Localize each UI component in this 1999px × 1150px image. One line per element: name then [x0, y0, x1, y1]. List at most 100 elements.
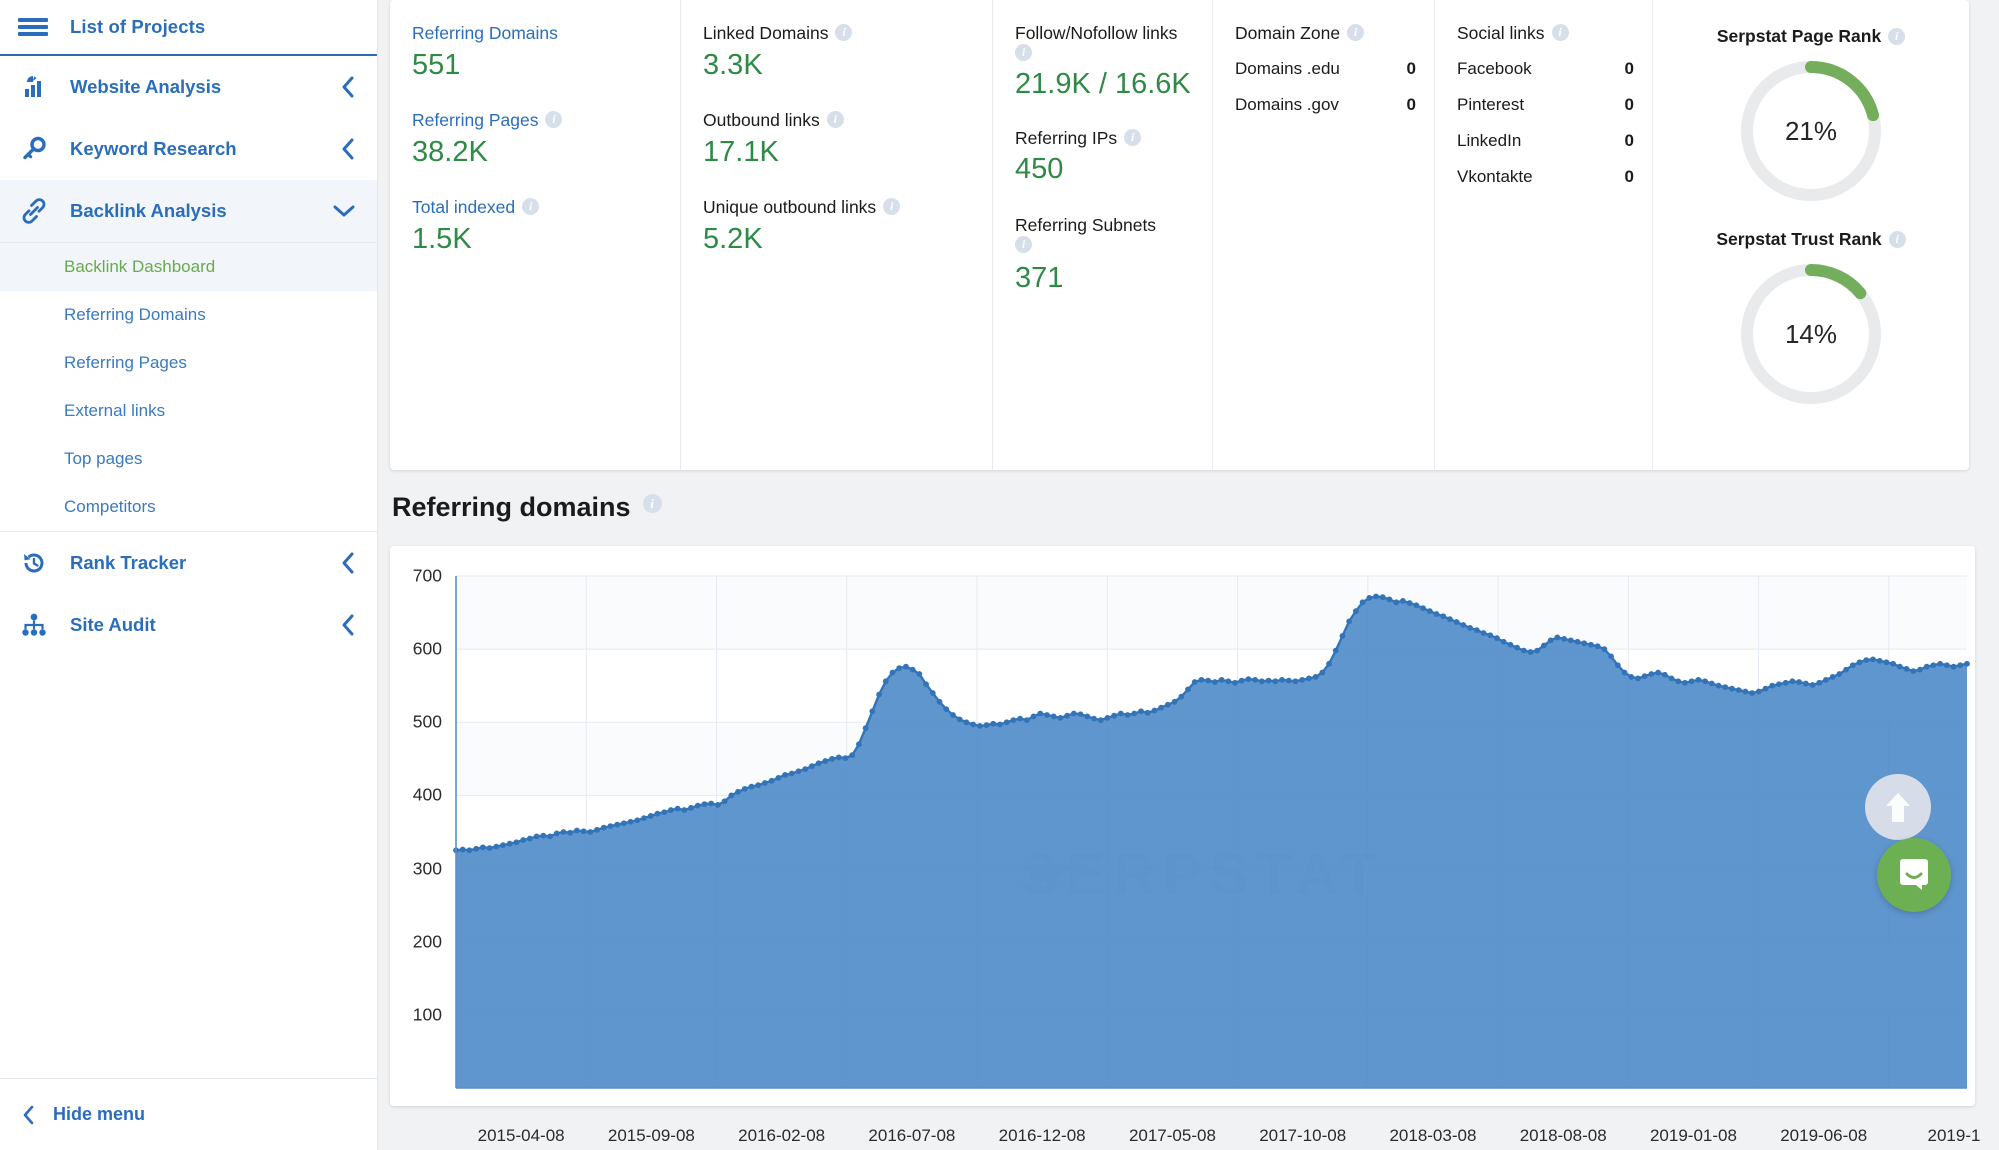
info-icon[interactable]: i: [1888, 231, 1906, 249]
chevron-left-icon[interactable]: [340, 76, 355, 98]
kpi-value: 38.2K: [412, 135, 488, 168]
page-rank-gauge: 21%: [1735, 55, 1887, 207]
sidebar-subitem-label: Top pages: [64, 449, 143, 468]
info-icon[interactable]: i: [1015, 235, 1032, 253]
info-icon[interactable]: i: [883, 197, 901, 215]
kpi-value: 551: [412, 48, 461, 81]
scroll-to-top-button[interactable]: [1865, 774, 1931, 840]
sidebar-subitem-label: Referring Domains: [64, 305, 206, 324]
sidebar-item-external-links[interactable]: External links: [0, 387, 377, 435]
trust-rank-gauge: 14%: [1735, 258, 1887, 410]
kpi-value: 17.1K: [703, 135, 779, 168]
area-chart[interactable]: SERPSTAT: [390, 546, 1975, 1106]
info-icon[interactable]: i: [1124, 128, 1142, 146]
kpi-column-social-links: Social links i Facebook 0 Pinterest 0 Lin…: [1434, 0, 1652, 470]
kpi-linked-domains: Linked Domains i 3.3K: [703, 22, 974, 83]
kpi-label[interactable]: Referring Domains: [412, 23, 558, 43]
x-axis-tick-label: 2016-02-08: [738, 1126, 826, 1145]
serpstat-page-rank: Serpstat Page Rank i 21%: [1653, 22, 1969, 207]
gauge-title: Serpstat Trust Rank: [1716, 229, 1882, 249]
y-axis-tick-label: 200: [412, 931, 442, 952]
referring-domains-chart-card: SERPSTAT 100 200 300 400 500 600 700: [390, 546, 1975, 1106]
sidebar-subitem-label: External links: [64, 401, 166, 420]
sidebar-item-backlink-dashboard[interactable]: Backlink Dashboard: [0, 243, 377, 291]
sidebar-item-website-analysis[interactable]: Website Analysis: [0, 56, 377, 118]
chart-x-axis: 2015-04-08 2015-09-08 2016-02-08 2016-07-08…: [390, 1112, 1981, 1150]
sidebar-item-referring-pages[interactable]: Referring Pages: [0, 339, 377, 387]
sidebar-subitem-label: Backlink Dashboard: [64, 257, 216, 276]
chat-bubble-icon: [1900, 859, 1928, 890]
social-link-label: LinkedIn: [1457, 130, 1522, 150]
y-axis-tick-label: 700: [412, 565, 442, 586]
link-icon: [18, 196, 50, 226]
info-icon[interactable]: i: [1015, 44, 1032, 62]
sidebar-item-backlink-analysis[interactable]: Backlink Analysis: [0, 180, 377, 242]
history-icon: [18, 548, 50, 578]
social-link-label: Vkontakte: [1457, 166, 1533, 186]
info-icon[interactable]: i: [1551, 23, 1569, 41]
y-axis-tick-label: 600: [412, 638, 442, 659]
domain-zone-value: 0: [1406, 58, 1416, 78]
social-link-row: Vkontakte 0: [1457, 159, 1634, 195]
social-link-row: Pinterest 0: [1457, 87, 1634, 123]
x-axis-tick-label: 2019-01-08: [1649, 1126, 1737, 1145]
kpi-label: Unique outbound links: [703, 197, 877, 217]
kpi-referring-pages: Referring Pages i 38.2K: [412, 109, 662, 170]
info-icon[interactable]: i: [826, 110, 844, 128]
kpi-summary-card: Referring Domains 551 Referring Pages i 3…: [390, 0, 1969, 470]
chevron-left-icon[interactable]: [340, 614, 355, 636]
x-axis-tick-label: 2018-03-08: [1389, 1126, 1477, 1145]
sidebar-item-top-pages[interactable]: Top pages: [0, 435, 377, 483]
kpi-column-linked: Linked Domains i 3.3K Outbound links i 17.…: [680, 0, 992, 470]
y-axis-tick-label: 300: [412, 858, 442, 879]
chat-button[interactable]: [1877, 838, 1951, 912]
hide-menu-button[interactable]: Hide menu: [0, 1078, 377, 1150]
kpi-value: 21.9K / 16.6K: [1015, 67, 1191, 100]
kpi-unique-outbound-links: Unique outbound links i 5.2K: [703, 196, 974, 257]
info-icon[interactable]: i: [522, 197, 540, 215]
kpi-column-domain-zone: Domain Zone i Domains .edu 0 Domains .gov…: [1212, 0, 1434, 470]
x-axis-tick-label: 2016-12-08: [998, 1126, 1086, 1145]
sidebar-item-referring-domains[interactable]: Referring Domains: [0, 291, 377, 339]
kpi-value: 3.3K: [703, 48, 763, 81]
sidebar-item-competitors[interactable]: Competitors: [0, 483, 377, 531]
kpi-label[interactable]: Referring Pages: [412, 110, 538, 130]
kpi-label: Outbound links: [703, 110, 820, 130]
list-of-projects-label[interactable]: List of Projects: [70, 16, 205, 38]
kpi-outbound-links: Outbound links i 17.1K: [703, 109, 974, 170]
kpi-label[interactable]: Total indexed: [412, 197, 515, 217]
chevron-left-icon[interactable]: [340, 552, 355, 574]
info-icon[interactable]: i: [835, 23, 853, 41]
social-links-title: Social links: [1457, 23, 1545, 43]
kpi-label: Referring Subnets: [1015, 214, 1157, 235]
sidebar-header[interactable]: List of Projects: [0, 0, 377, 56]
domain-zone-label: Domains .gov: [1235, 94, 1339, 114]
info-icon[interactable]: i: [642, 494, 662, 514]
kpi-referring-ips: Referring IPs i 450: [1015, 127, 1194, 188]
kpi-total-indexed: Total indexed i 1.5K: [412, 196, 662, 257]
y-axis-tick-label: 400: [412, 784, 442, 805]
domain-zone-value: 0: [1406, 94, 1416, 114]
info-icon[interactable]: i: [1347, 23, 1365, 41]
sidebar-item-keyword-research[interactable]: Keyword Research: [0, 118, 377, 180]
hide-menu-label: Hide menu: [53, 1104, 146, 1124]
sidebar-item-site-audit[interactable]: Site Audit: [0, 594, 377, 656]
domain-zone-label: Domains .edu: [1235, 58, 1340, 78]
chart-plot-area[interactable]: SERPSTAT: [390, 546, 1975, 1106]
kpi-referring-subnets: Referring Subnets i 371: [1015, 214, 1194, 297]
backlink-submenu: Backlink Dashboard Referring Domains Ref…: [0, 243, 377, 531]
domain-zone-title: Domain Zone: [1235, 23, 1341, 43]
chevron-left-icon: [22, 1105, 35, 1125]
kpi-follow-nofollow-links: Follow/Nofollow links i 21.9K / 16.6K: [1015, 22, 1194, 101]
chevron-left-icon[interactable]: [340, 138, 355, 160]
main-content: Referring Domains 551 Referring Pages i 3…: [378, 0, 1999, 1150]
chart-title-text: Referring domains: [392, 492, 631, 522]
hamburger-icon[interactable]: [18, 16, 48, 38]
kpi-column-referring: Referring Domains 551 Referring Pages i 3…: [390, 0, 680, 470]
info-icon[interactable]: i: [545, 110, 563, 128]
info-icon[interactable]: i: [1888, 28, 1906, 46]
kpi-label: Follow/Nofollow links: [1015, 23, 1178, 43]
chevron-down-icon[interactable]: [333, 204, 355, 219]
sidebar-item-rank-tracker[interactable]: Rank Tracker: [0, 532, 377, 594]
